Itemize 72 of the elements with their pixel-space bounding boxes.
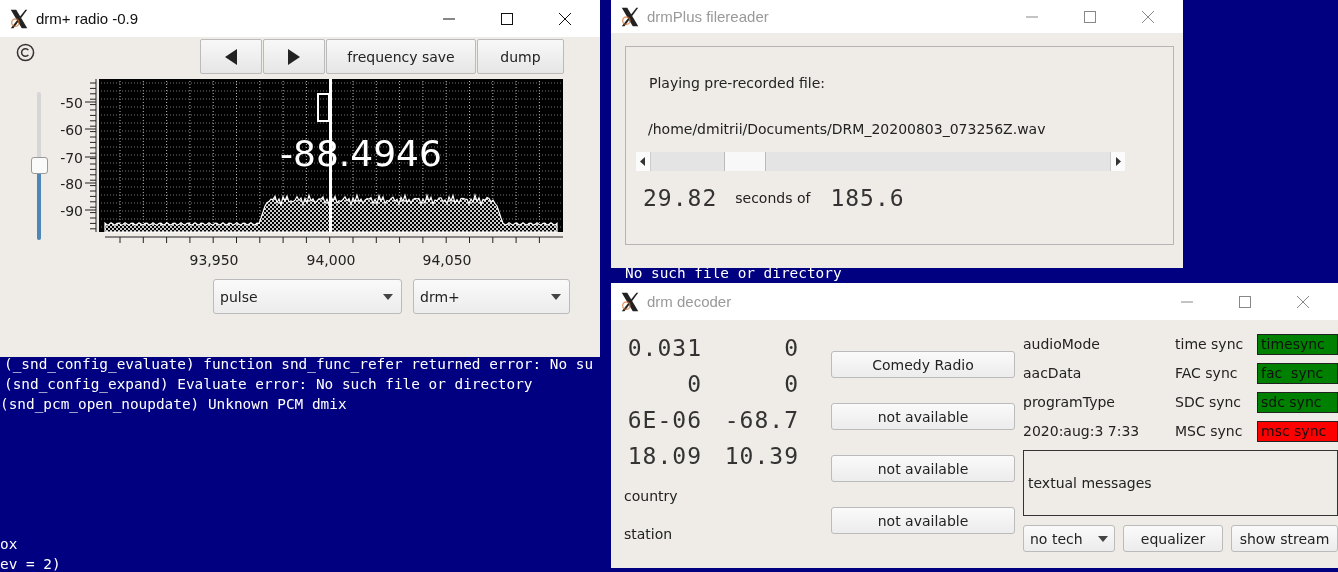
dropdown[interactable]: no tech bbox=[1023, 525, 1115, 552]
reading-display: 18.09 bbox=[626, 442, 702, 470]
axis-label: -90 bbox=[60, 203, 83, 219]
sync-label: SDC sync bbox=[1175, 393, 1243, 412]
reading-display: 0 bbox=[686, 370, 702, 398]
axis-label: 94,050 bbox=[422, 252, 472, 268]
window-title: drm decoder bbox=[647, 293, 732, 310]
toolbar-button[interactable]: equalizer bbox=[1123, 525, 1223, 552]
caret-icon bbox=[383, 293, 393, 300]
reading-display: 0.031 bbox=[626, 334, 702, 362]
terminal-line: ev = 2) bbox=[0, 556, 61, 572]
left-triangle-icon bbox=[224, 47, 238, 66]
sync-label: MSC sync bbox=[1175, 422, 1244, 441]
x-logo-icon bbox=[8, 7, 30, 30]
sync-indicator: sdc sync bbox=[1257, 392, 1338, 413]
service-button[interactable]: not available bbox=[831, 455, 1015, 482]
terminal-line: (_snd_config_evaluate) function snd_func_refer returned error: No su bbox=[4, 356, 594, 373]
x-logo-icon bbox=[619, 290, 641, 313]
messages-text: textual messages bbox=[1028, 475, 1152, 491]
axis-label: 93,950 bbox=[189, 252, 239, 268]
axis-label: -70 bbox=[60, 150, 83, 166]
info-label: aacData bbox=[1023, 364, 1083, 383]
toolbar-button[interactable]: show stream bbox=[1231, 525, 1338, 552]
position-slider[interactable] bbox=[636, 152, 1125, 171]
axis-label: -60 bbox=[60, 122, 83, 138]
maximize-icon[interactable] bbox=[500, 11, 514, 26]
x-logo-icon bbox=[619, 5, 641, 28]
toolbar-button[interactable]: dump bbox=[477, 39, 564, 74]
previous-button[interactable] bbox=[200, 39, 262, 74]
service-button[interactable]: not available bbox=[831, 507, 1015, 534]
reading-display: 6E-06 bbox=[626, 406, 702, 434]
sync-indicator: msc sync bbox=[1257, 421, 1338, 442]
window-title: drmPlus filereader bbox=[647, 8, 769, 25]
sync-indicator: timesync bbox=[1257, 334, 1338, 355]
country-label: country bbox=[624, 488, 679, 504]
close-icon[interactable] bbox=[558, 11, 572, 26]
next-button[interactable] bbox=[263, 39, 325, 74]
sync-indicator: fac sync bbox=[1257, 363, 1338, 384]
copyright-icon[interactable] bbox=[16, 43, 35, 62]
sync-label: time sync bbox=[1175, 335, 1245, 354]
info-label: 2020:aug:3 7:33 bbox=[1023, 422, 1141, 441]
slider-handle[interactable] bbox=[31, 157, 48, 174]
info-label: programType bbox=[1023, 393, 1116, 412]
total-display: 185.6 bbox=[830, 185, 905, 211]
reading-display: 0 bbox=[783, 370, 799, 398]
caret-icon bbox=[551, 293, 561, 300]
dropdown[interactable]: pulse bbox=[213, 279, 402, 314]
file-path: /home/dmitrii/Documents/DRM_20200803_073256Z.wav bbox=[648, 121, 1047, 137]
terminal-line: (snd_pcm_open_noupdate) Unknown PCM dmix bbox=[0, 396, 347, 413]
axis-label: -50 bbox=[60, 95, 83, 111]
marker-box bbox=[317, 93, 330, 122]
window-title: drm+ radio -0.9 bbox=[36, 10, 139, 27]
service-button[interactable]: Comedy Radio bbox=[831, 351, 1015, 378]
toolbar-button[interactable]: frequency save bbox=[326, 39, 476, 74]
right-triangle-icon bbox=[287, 47, 301, 66]
axis-label: -80 bbox=[60, 176, 83, 192]
info-label: audioMode bbox=[1023, 335, 1101, 354]
status-label: Playing pre-recorded file: bbox=[649, 75, 826, 91]
duration-label: seconds of bbox=[735, 190, 811, 206]
slider-handle[interactable] bbox=[724, 152, 767, 171]
sync-label: FAC sync bbox=[1175, 364, 1239, 383]
service-button[interactable]: not available bbox=[831, 403, 1015, 430]
reading-display: 10.39 bbox=[723, 442, 799, 470]
reading-display: 0 bbox=[783, 334, 799, 362]
elapsed-display: 29.82 bbox=[643, 185, 718, 211]
terminal-line: ox bbox=[0, 536, 18, 553]
terminal-line: (snd_config_expand) Evaluate error: No such file or directory bbox=[4, 376, 533, 393]
caret-icon bbox=[1098, 535, 1108, 542]
dropdown[interactable]: drm+ bbox=[413, 279, 570, 314]
station-label: station bbox=[624, 526, 674, 542]
axis-label: 94,000 bbox=[306, 252, 356, 268]
reading-display: -68.7 bbox=[723, 406, 799, 434]
